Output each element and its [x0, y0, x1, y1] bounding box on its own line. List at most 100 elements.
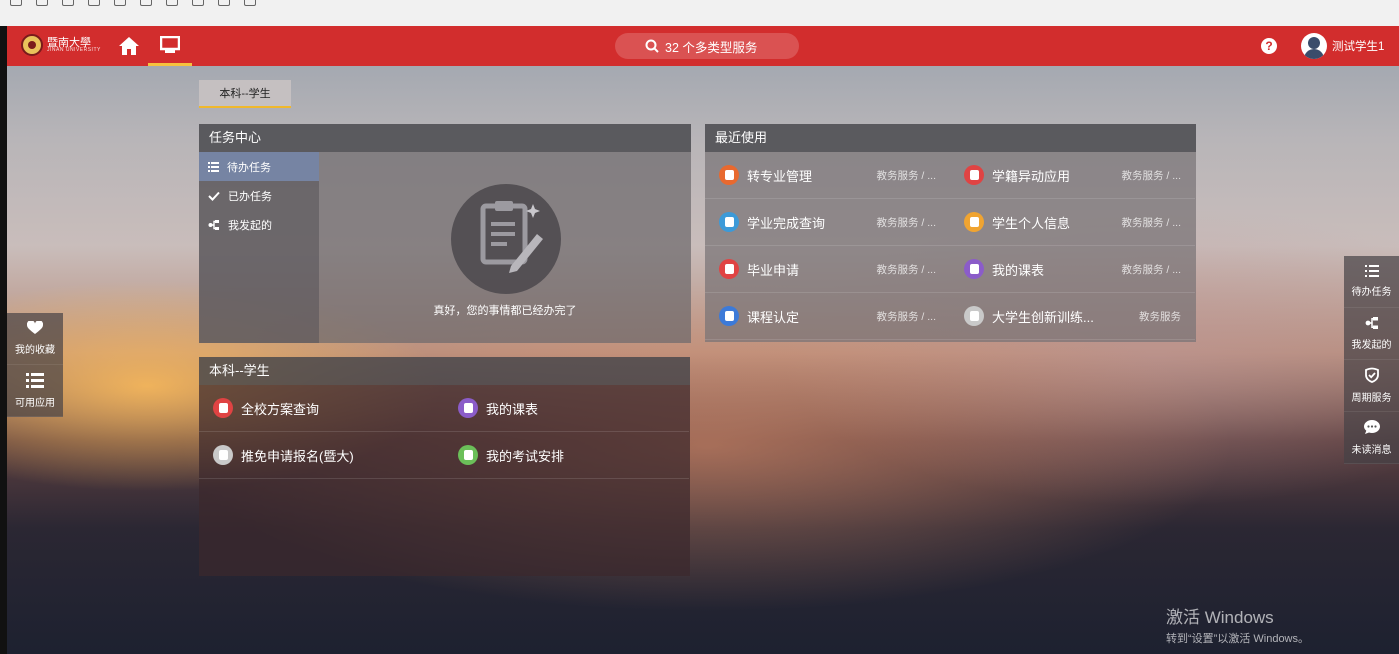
bookmark-item[interactable]: [62, 0, 74, 6]
recent-body: 转专业管理 教务服务 / ... 学籍异动应用 教务服务 / ... 学业完成查…: [705, 152, 1196, 342]
list-icon: [1364, 265, 1379, 277]
folder-icon: [36, 0, 48, 6]
role-apps-body: 全校方案查询 我的课表 推免申请报名(暨大) 我的考试安排: [199, 385, 690, 576]
app-exam-schedule[interactable]: 我的考试安排: [444, 432, 689, 479]
app-icon: [719, 212, 739, 232]
bookmark-item[interactable]: [88, 0, 100, 6]
folder-icon: [62, 0, 74, 6]
app-icon: [964, 212, 984, 232]
recent-item-transfer-major[interactable]: 转专业管理 教务服务 / ...: [705, 152, 950, 199]
help-icon[interactable]: ?: [1261, 38, 1277, 54]
tab-my-initiated[interactable]: 我发起的: [199, 210, 319, 239]
available-apps-button[interactable]: 可用应用: [7, 365, 63, 417]
folder-icon: [218, 0, 230, 6]
app-category: 教务服务 / ...: [876, 169, 936, 182]
check-icon: [208, 191, 220, 201]
folder-icon: [166, 0, 178, 6]
heart-icon: [27, 321, 43, 334]
tab-done-tasks[interactable]: 已办任务: [199, 181, 319, 210]
share-icon: [208, 219, 219, 230]
bookmark-item[interactable]: [192, 0, 204, 6]
app-recommend-apply[interactable]: 推免申请报名(暨大): [199, 432, 444, 479]
unread-messages-button[interactable]: 未读消息: [1344, 412, 1399, 464]
app-name: 毕业申请: [747, 262, 800, 278]
task-center-panel: 任务中心 待办任务 已办任务 我发起的 真好，您的事情都已经办完了: [199, 124, 691, 343]
my-initiated-button[interactable]: 我发起的: [1344, 308, 1399, 360]
shield-check-icon: [1364, 367, 1379, 383]
user-avatar[interactable]: [1301, 33, 1327, 59]
recent-item-my-schedule[interactable]: 我的课表 教务服务 / ...: [950, 246, 1195, 293]
app-icon: [458, 445, 478, 465]
app-icon: [719, 165, 739, 185]
university-logo[interactable]: 暨南大學 JINAN UNIVERSITY: [21, 34, 101, 56]
todo-tasks-button[interactable]: 待办任务: [1344, 256, 1399, 308]
app-name: 我的课表: [992, 262, 1045, 278]
recent-item-graduation-apply[interactable]: 毕业申请 教务服务 / ...: [705, 246, 950, 293]
bookmark-item[interactable]: [114, 0, 126, 6]
role-apps-title: 本科--学生: [199, 357, 690, 385]
app-plan-query[interactable]: 全校方案查询: [199, 385, 444, 432]
role-apps-panel: 本科--学生 全校方案查询 我的课表 推免申请报名(暨大) 我的考试安排: [199, 357, 690, 576]
folder-icon: [10, 0, 22, 6]
app-icon: [964, 259, 984, 279]
recent-item-personal-info[interactable]: 学生个人信息 教务服务 / ...: [950, 199, 1195, 246]
bookmark-item[interactable]: [140, 0, 152, 6]
search-label: 32 个多类型服务: [665, 40, 758, 55]
tab-label: 待办任务: [227, 161, 271, 174]
folder-icon: [114, 0, 126, 6]
desktop-button[interactable]: [148, 26, 192, 66]
task-nav: 待办任务 已办任务 我发起的: [199, 152, 319, 343]
recent-item-status-change[interactable]: 学籍异动应用 教务服务 / ...: [950, 152, 1195, 199]
home-button[interactable]: [117, 35, 141, 57]
app-name: 大学生创新训练...: [992, 309, 1094, 325]
app-icon: [964, 306, 984, 326]
app-icon: [458, 398, 478, 418]
recent-item-innovation-training[interactable]: 大学生创新训练... 教务服务: [950, 293, 1195, 340]
monitor-icon: [160, 36, 180, 53]
logo-text: 暨南大學 JINAN UNIVERSITY: [47, 37, 101, 53]
dock-label: 我的收藏: [15, 345, 55, 356]
bookmark-item[interactable]: [166, 0, 178, 6]
recent-item-completion-query[interactable]: 学业完成查询 教务服务 / ...: [705, 199, 950, 246]
app-name: 学生个人信息: [992, 215, 1071, 231]
periodic-services-button[interactable]: 周期服务: [1344, 360, 1399, 412]
logo-en: JINAN UNIVERSITY: [47, 47, 101, 53]
empty-message: 真好，您的事情都已经办完了: [433, 305, 577, 317]
app-category: 教务服务: [1139, 310, 1181, 323]
username[interactable]: 测试学生1: [1332, 38, 1384, 54]
app-category: 教务服务 / ...: [876, 216, 936, 229]
search-icon: [645, 39, 659, 53]
windows-activation-watermark: 激活 Windows 转到“设置”以激活 Windows。: [1166, 603, 1309, 646]
watermark-subtitle: 转到“设置”以激活 Windows。: [1166, 633, 1310, 645]
bookmark-item[interactable]: [244, 0, 256, 6]
role-tab[interactable]: 本科--学生: [199, 80, 291, 108]
app-name: 转专业管理: [747, 168, 813, 184]
app-name: 我的课表: [486, 401, 539, 417]
home-icon: [119, 37, 139, 55]
dock-label: 待办任务: [1351, 287, 1392, 298]
bookmark-item[interactable]: [10, 0, 22, 6]
right-dock: 待办任务 我发起的 周期服务 未读消息: [1344, 256, 1399, 464]
tab-label: 已办任务: [228, 190, 272, 203]
app-icon: [719, 259, 739, 279]
app-my-schedule[interactable]: 我的课表: [444, 385, 689, 432]
top-navbar: 暨南大學 JINAN UNIVERSITY 32 个多类型服务 ? 测试学生1: [7, 26, 1399, 66]
active-tab-indicator: [148, 63, 192, 66]
tab-todo-tasks[interactable]: 待办任务: [199, 152, 319, 181]
recent-item-course-recognition[interactable]: 课程认定 教务服务 / ...: [705, 293, 950, 340]
my-favorites-button[interactable]: 我的收藏: [7, 313, 63, 365]
app-name: 我的考试安排: [486, 448, 565, 464]
dock-label: 可用应用: [15, 397, 55, 409]
chat-icon: [1363, 420, 1380, 434]
tab-label: 我发起的: [228, 219, 272, 232]
bookmark-item[interactable]: [36, 0, 48, 6]
app-name: 课程认定: [747, 309, 800, 325]
university-seal-icon: [21, 34, 43, 56]
task-center-body: 待办任务 已办任务 我发起的 真好，您的事情都已经办完了: [199, 152, 691, 343]
bookmark-item[interactable]: [218, 0, 230, 6]
bookmarks-bar: [0, 0, 1399, 26]
app-icon: [213, 445, 233, 465]
folder-icon: [140, 0, 152, 6]
service-search-button[interactable]: 32 个多类型服务: [615, 33, 799, 59]
app-category: 教务服务 / ...: [1121, 263, 1181, 276]
